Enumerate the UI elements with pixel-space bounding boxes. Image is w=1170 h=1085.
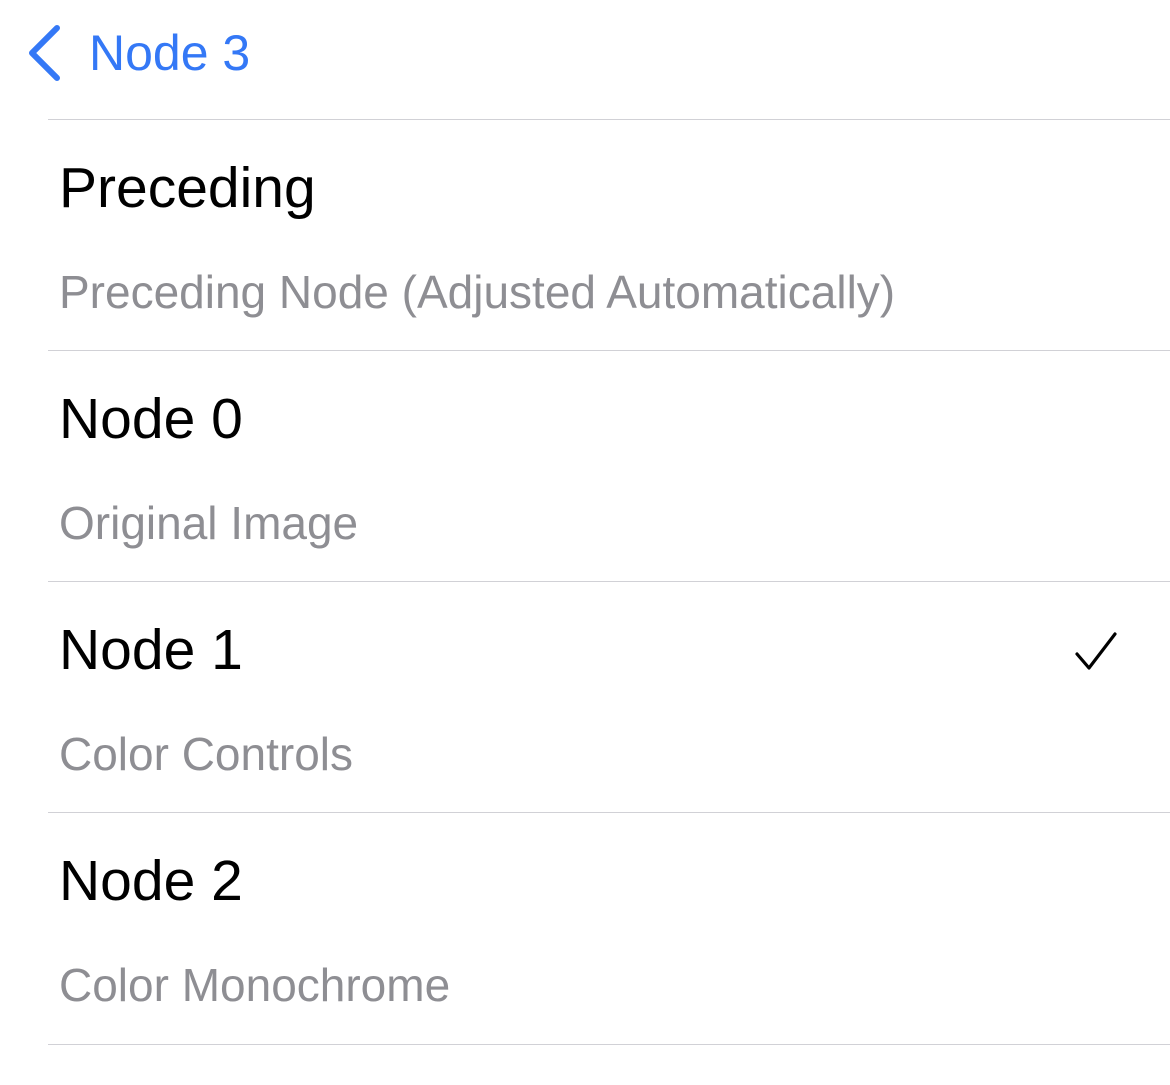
list-item-subtitle: Color Controls xyxy=(59,728,353,780)
list-item-subtitle: Color Monochrome xyxy=(59,959,451,1011)
list-item-title: Node 0 xyxy=(59,387,243,451)
list-item-subtitle: Original Image xyxy=(59,497,359,549)
back-button[interactable]: Node 3 xyxy=(26,20,250,86)
back-button-label: Node 3 xyxy=(89,25,251,81)
list-item-title: Preceding xyxy=(59,156,316,220)
checkmark-icon xyxy=(1074,630,1118,674)
list-item-title: Node 1 xyxy=(59,618,243,682)
navigation-bar: Node 3 xyxy=(0,0,1170,119)
list-item-node-0[interactable]: Node 0 Original Image xyxy=(48,350,1170,581)
list-item-node-1[interactable]: Node 1 Color Controls xyxy=(48,581,1170,812)
node-list: Preceding Preceding Node (Adjusted Autom… xyxy=(48,119,1170,1045)
list-item-subtitle: Preceding Node (Adjusted Automatically) xyxy=(59,266,896,318)
list-item-node-2[interactable]: Node 2 Color Monochrome xyxy=(48,812,1170,1045)
list-item-preceding[interactable]: Preceding Preceding Node (Adjusted Autom… xyxy=(48,119,1170,350)
list-item-title: Node 2 xyxy=(59,849,243,913)
chevron-left-icon xyxy=(26,24,62,82)
